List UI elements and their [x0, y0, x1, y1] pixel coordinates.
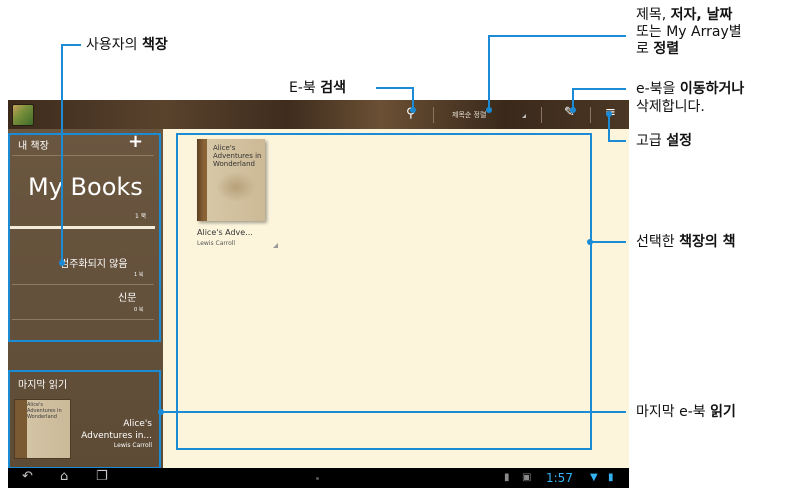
home-icon[interactable]: ⌂ [60, 469, 68, 484]
callout-line [376, 87, 414, 89]
divider [433, 107, 434, 123]
book-options-indicator[interactable] [273, 243, 278, 248]
divider [12, 284, 154, 285]
callout-sort: 제목, 저자, 날짜 또는 My Array별 로 정렬 [636, 7, 742, 57]
add-shelf-button[interactable]: + [128, 131, 143, 152]
callout-my-shelf: 사용자의 책장 [86, 37, 168, 53]
last-read-header: 마지막 읽기 [18, 380, 68, 391]
callout-selected-shelf: 선택한 책장의 책 [636, 234, 736, 250]
shelf-item-count: 1 북 [134, 272, 144, 278]
sort-button[interactable]: 제목순 정렬 [452, 110, 486, 120]
sidebar: 내 책장 + My Books 1 북 범주화되지 않음 1 북 신문 0 북 … [8, 129, 163, 469]
screenshot-icon: ▣ [522, 472, 532, 483]
callout-advanced-settings: 고급 설정 [636, 133, 692, 149]
shelf-item-label[interactable]: 신문 [118, 289, 136, 304]
callout-move-delete: e-북을 이동하거나 삭제합니다. [636, 81, 745, 115]
callout-line [608, 140, 626, 142]
shelf-count: 1 북 [135, 213, 147, 220]
callout-dot [410, 107, 416, 113]
callout-search: E-북 검색 [289, 80, 346, 96]
divider [541, 107, 542, 123]
battery-icon: ▮ [608, 472, 614, 483]
callout-line [488, 35, 490, 110]
callout-line [488, 35, 626, 37]
callout-dot [606, 111, 612, 117]
shelf-item-label[interactable]: 범주화되지 않음 [60, 255, 128, 270]
notification-icon: ▮ [504, 472, 510, 483]
back-icon[interactable]: ↶ [22, 469, 33, 484]
selected-shelf-bar [10, 226, 155, 229]
clock: 1:57 [546, 471, 573, 485]
callout-last-read: 마지막 e-북 읽기 [636, 404, 736, 420]
tablet-screen: ⚲ 제목순 정렬 ✎ ≡ 내 책장 + My Books 1 북 범주화되지 않… [8, 100, 629, 488]
manual-page: { "topbar": { "sort_label": "제목순 정렬", "i… [0, 0, 792, 488]
callout-line [412, 87, 414, 109]
last-read-title[interactable]: Alice's Adventures in... [70, 418, 152, 442]
app-icon[interactable] [12, 104, 34, 126]
book-title[interactable]: Alice's Adve... [197, 228, 253, 237]
action-bar: ⚲ 제목순 정렬 ✎ ≡ [8, 100, 629, 129]
callout-line [61, 44, 63, 263]
callout-line [161, 411, 626, 413]
callout-line [590, 241, 626, 243]
callout-dot [486, 107, 492, 113]
recent-apps-icon[interactable]: ❐ [96, 469, 108, 484]
callout-line [61, 44, 81, 46]
divider [590, 107, 591, 123]
last-read-author: Lewis Carroll [113, 442, 152, 449]
shelf-header: 내 책장 [18, 141, 49, 152]
book-author: Lewis Carroll [197, 240, 236, 247]
callout-dot [570, 107, 576, 113]
wifi-icon: ▼ [590, 472, 598, 483]
book-cover-title: Alice's Adventures in Wonderland [213, 144, 262, 168]
callout-line [608, 113, 610, 141]
menu-dot [316, 477, 319, 480]
callout-line [572, 88, 626, 90]
last-read-cover-title: Alice's Adventures in Wonderland [27, 402, 62, 420]
shelf-item-count: 0 북 [134, 307, 144, 313]
sort-dropdown-indicator [522, 114, 526, 118]
cover-illustration [216, 172, 256, 202]
shelf-title-my-books[interactable]: My Books [28, 173, 143, 201]
callout-dot [59, 260, 65, 266]
divider [12, 319, 154, 320]
divider [12, 155, 154, 156]
system-nav-bar: ↶ ⌂ ❐ ▮ ▣ 1:57 ▼ ▮ [8, 468, 629, 488]
